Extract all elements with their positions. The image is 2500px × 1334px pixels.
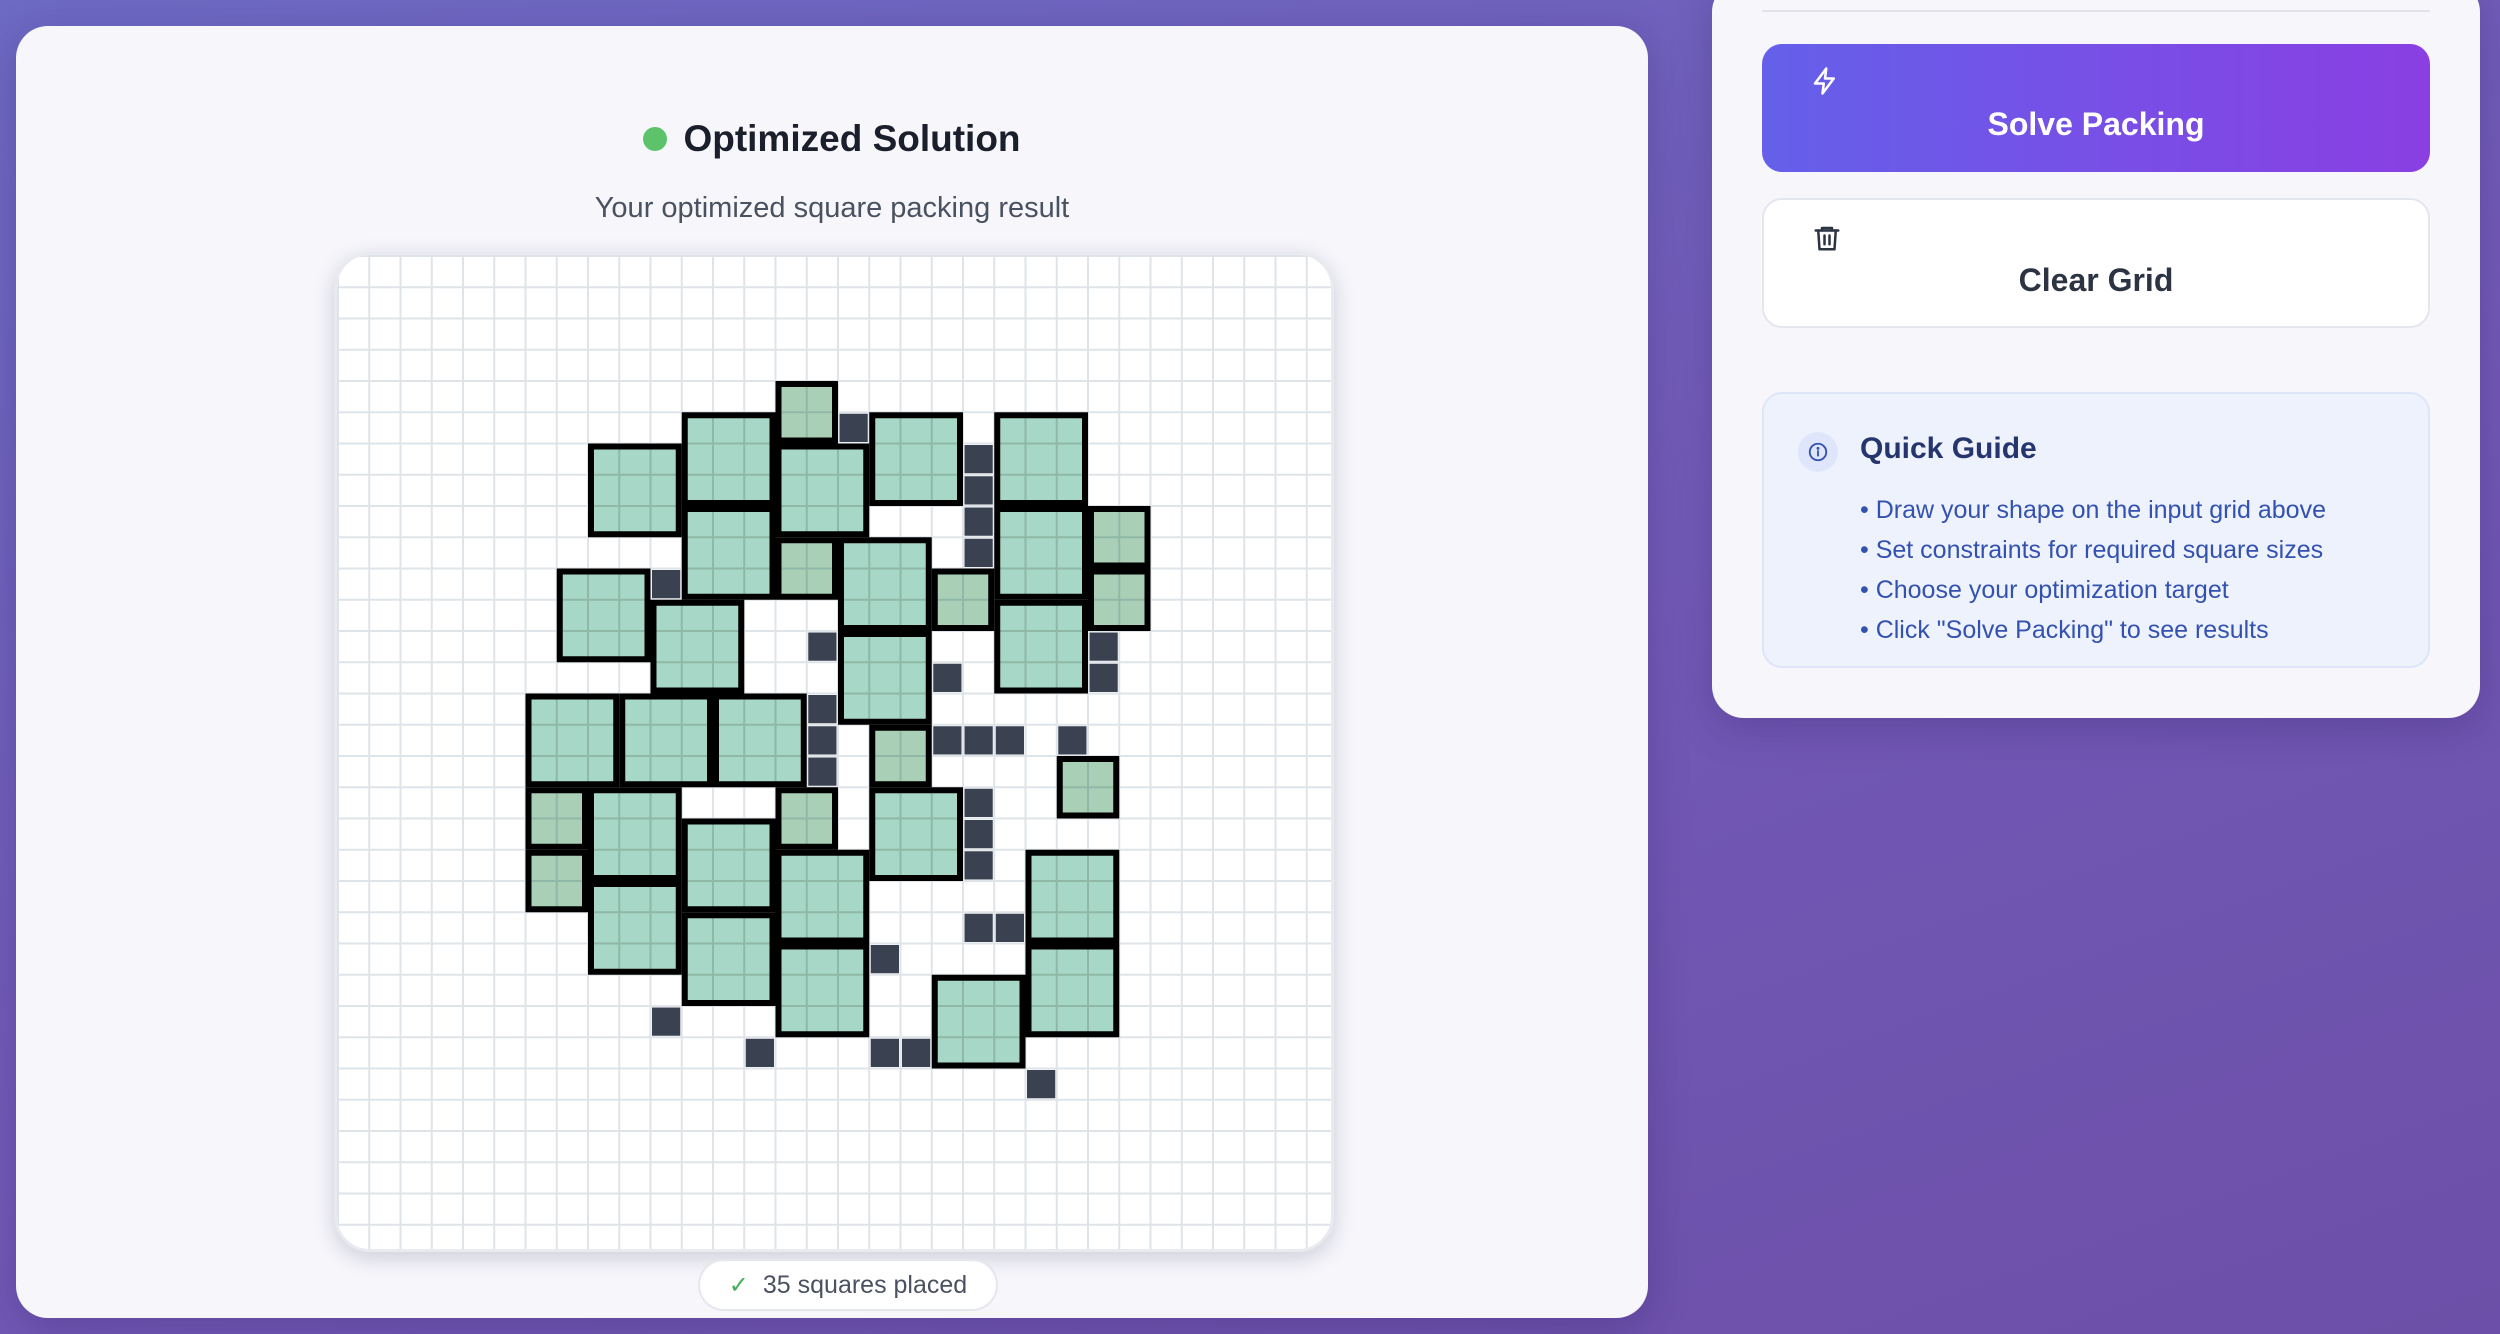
packed-square (621, 695, 711, 786)
packed-square (683, 414, 774, 504)
packed-square (590, 445, 680, 536)
packed-square (652, 601, 743, 692)
guide-item: • Click "Solve Packing" to see results (1860, 616, 2269, 644)
border-cell (964, 820, 993, 849)
border-cell (870, 945, 899, 974)
border-cell (1027, 1070, 1056, 1099)
squares-placed-text: 35 squares placed (762, 1270, 968, 1299)
packed-square (840, 539, 930, 629)
result-title: Optimized Solution (683, 118, 1021, 159)
packed-square (1027, 945, 1118, 1036)
packed-square (715, 695, 805, 786)
control-panel: Solve Packing Clear Grid Quick Guide • D… (1712, 0, 2480, 718)
packed-square (683, 508, 774, 598)
guide-title: Quick Guide (1860, 432, 2037, 465)
packed-square (683, 820, 774, 911)
border-cell (1089, 663, 1118, 692)
packed-square (996, 601, 1086, 692)
solve-packing-label: Solve Packing (1987, 106, 2205, 142)
border-cell (1089, 632, 1118, 661)
quick-guide: Quick Guide • Draw your shape on the inp… (1762, 392, 2430, 668)
packed-square (777, 445, 868, 536)
packed-square (558, 570, 649, 661)
border-cell (964, 445, 993, 474)
border-cell (652, 570, 681, 599)
border-cell (870, 1038, 899, 1067)
border-cell (808, 726, 837, 755)
solve-packing-button[interactable]: Solve Packing (1762, 44, 2430, 172)
border-cell (964, 851, 993, 880)
border-cell (745, 1038, 774, 1067)
border-cell (964, 913, 993, 942)
packed-square (996, 414, 1086, 504)
packed-square (527, 695, 618, 786)
guide-item: • Choose your optimization target (1860, 576, 2229, 604)
border-cell (808, 632, 837, 661)
packed-square (840, 633, 930, 723)
packed-square (871, 414, 961, 504)
clear-grid-button[interactable]: Clear Grid (1762, 198, 2430, 328)
status-dot-icon (643, 127, 668, 151)
packed-square (777, 945, 868, 1036)
guide-item: • Draw your shape on the input grid abov… (1860, 496, 2326, 524)
border-cell (964, 476, 993, 505)
divider (1762, 10, 2430, 12)
packed-square (871, 789, 961, 879)
result-header: Optimized Solution (16, 118, 1648, 160)
border-cell (995, 913, 1024, 942)
border-cell (808, 757, 837, 786)
border-cell (652, 1007, 681, 1036)
result-subtitle: Your optimized square packing result (594, 192, 1070, 224)
border-cell (964, 538, 993, 567)
packed-square (683, 914, 774, 1004)
guide-item: • Set constraints for required square si… (1860, 536, 2324, 564)
packed-square (996, 508, 1086, 598)
info-icon (1798, 432, 1838, 472)
guide-list: • Draw your shape on the input grid abov… (1860, 490, 2326, 650)
packing-result-grid (334, 252, 1334, 1252)
packed-square (933, 976, 1024, 1067)
trash-icon (1814, 226, 1840, 251)
packed-square (777, 851, 868, 942)
border-cell (933, 663, 962, 692)
border-cell (902, 1038, 931, 1067)
result-card: Optimized Solution Your optimized square… (16, 26, 1648, 1318)
squares-placed-badge: ✓ 35 squares placed (698, 1259, 998, 1311)
border-cell (964, 726, 993, 755)
border-cell (995, 726, 1024, 755)
packed-square (590, 883, 680, 973)
border-cell (964, 788, 993, 817)
packed-square (590, 789, 680, 879)
border-cell (808, 695, 837, 724)
clear-grid-label: Clear Grid (2018, 262, 2174, 298)
border-cell (933, 726, 962, 755)
packed-square (1027, 851, 1118, 942)
border-cell (1058, 726, 1087, 755)
border-cell (964, 507, 993, 536)
packing-svg (337, 255, 1331, 1249)
lightning-icon (1813, 67, 1835, 95)
border-cell (839, 413, 868, 442)
check-icon: ✓ (728, 1271, 749, 1299)
